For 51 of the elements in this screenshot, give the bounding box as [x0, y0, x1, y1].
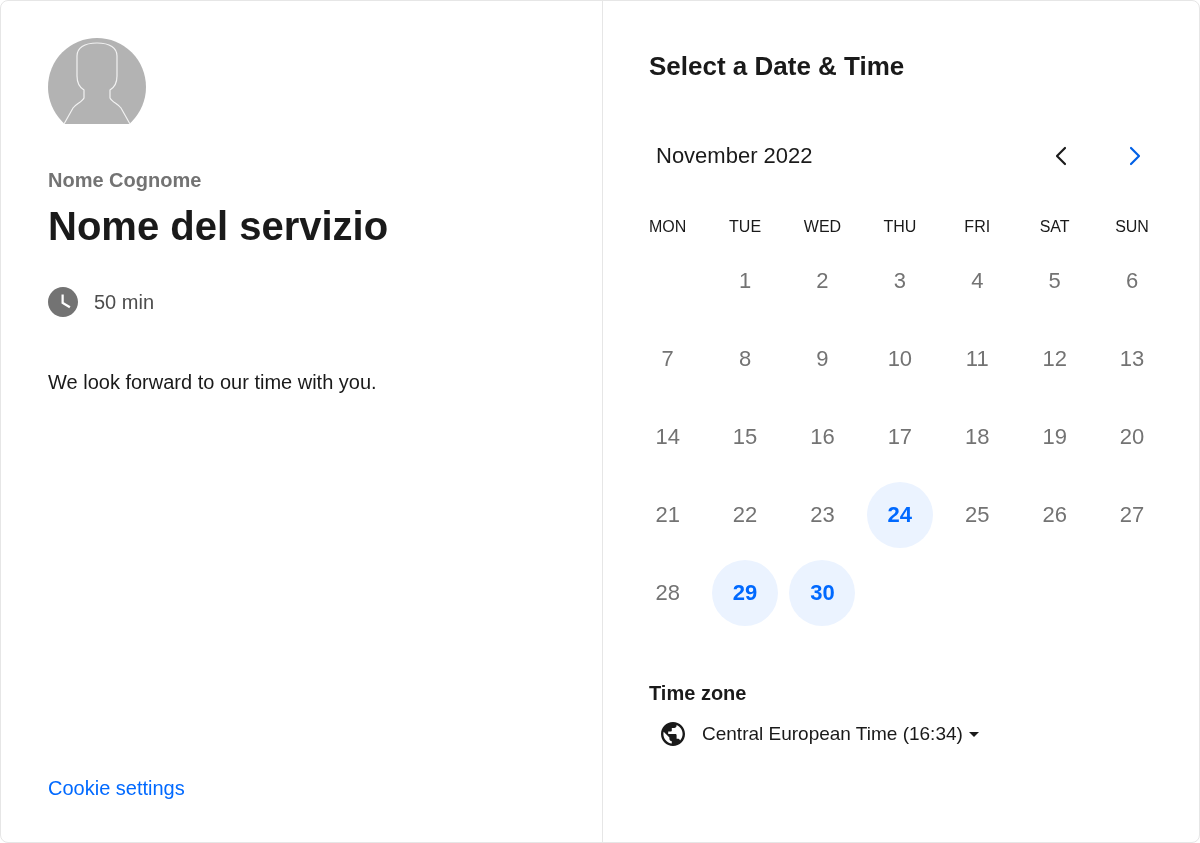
calendar-day: 22: [732, 502, 758, 528]
day-button[interactable]: 24: [866, 482, 933, 548]
calendar-day: 25: [965, 502, 990, 528]
calendar-day: 17: [887, 424, 913, 450]
calendar-day: 11: [965, 346, 989, 372]
calendar-day: 13: [1119, 346, 1145, 372]
weekday-label: THU: [883, 217, 917, 237]
calendar-day: 23: [810, 502, 835, 528]
calendar-day: 8: [738, 346, 752, 372]
chevron-right-icon: [1129, 146, 1141, 166]
month-label: November 2022: [656, 143, 814, 169]
event-title: Nome del servizio: [48, 203, 390, 250]
calendar-day: 28: [655, 580, 680, 606]
calendar-day: 1: [738, 268, 752, 294]
calendar-day: 10: [887, 346, 913, 372]
calendar-day: 15: [732, 424, 758, 450]
calendar-day: 5: [1048, 268, 1061, 294]
time-zone-label: Time zone: [649, 681, 748, 705]
weekday-label: FRI: [964, 217, 991, 237]
calendar-day: 21: [655, 502, 680, 528]
weekday-label: MON: [649, 217, 687, 237]
calendar-day: 20: [1119, 424, 1145, 450]
scheduler-title: Select a Date & Time: [649, 50, 906, 82]
weekday-label: SUN: [1115, 217, 1149, 237]
calendar-day: 26: [1042, 502, 1067, 528]
calendar-day: 19: [1042, 424, 1067, 450]
calendar-day: 2: [816, 268, 829, 294]
chevron-left-icon: [1055, 146, 1067, 166]
calendar-day: 27: [1119, 502, 1145, 528]
weekday-label: TUE: [729, 217, 762, 237]
globe-icon: [661, 722, 685, 746]
weekday-label: WED: [803, 217, 842, 237]
calendar-day: 16: [810, 424, 835, 450]
host-name: Nome Cognome: [48, 168, 203, 192]
day-button[interactable]: 30: [789, 560, 856, 626]
weekday-label: SAT: [1039, 217, 1070, 237]
duration-text: 50 min: [94, 290, 155, 314]
calendar-day: 9: [816, 346, 829, 372]
event-description: We look forward to our time with you.: [48, 370, 378, 394]
calendar-day: 7: [661, 346, 674, 372]
calendar-day: 14: [655, 424, 680, 450]
calendar-day: 6: [1125, 268, 1139, 294]
clock-icon: [48, 287, 78, 317]
time-zone-dropdown[interactable]: Central European Time (16:34): [649, 718, 983, 750]
calendar-day: 18: [965, 424, 990, 450]
cookie-settings-link[interactable]: Cookie settings: [48, 776, 185, 800]
calendar-day: 4: [971, 268, 984, 294]
day-button[interactable]: 29: [712, 560, 779, 626]
calendar-day: 3: [893, 268, 906, 294]
calendar-day: 12: [1042, 346, 1067, 372]
caret-icon: [968, 731, 979, 737]
